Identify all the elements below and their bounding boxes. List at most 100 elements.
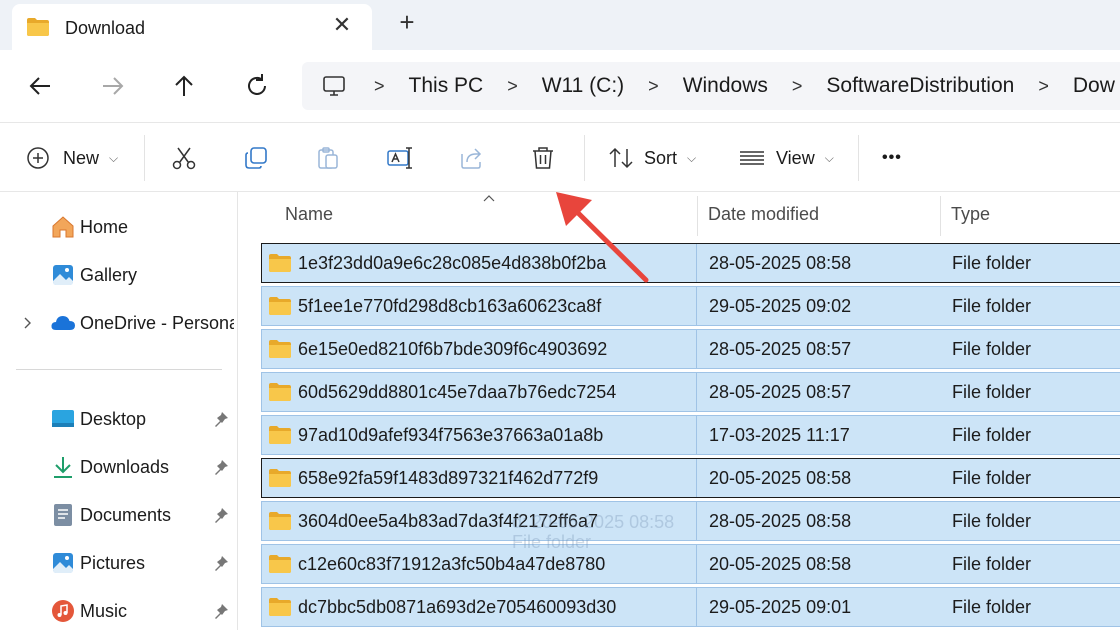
navigation-bar: > This PC > W11 (C:) > Windows > Softwar… bbox=[0, 50, 1120, 122]
table-row[interactable]: 658e92fa59f1483d897321f462d772f9 20-05-2… bbox=[261, 458, 1120, 498]
pin-icon[interactable] bbox=[212, 506, 230, 524]
sidebar-item-desktop[interactable]: Desktop bbox=[0, 399, 236, 439]
breadcrumb-separator[interactable]: > bbox=[507, 76, 518, 97]
cut-button[interactable] bbox=[171, 123, 197, 193]
file-type: File folder bbox=[952, 296, 1032, 316]
file-name: 6e15e0ed8210f6b7bde309f6c4903692 bbox=[298, 339, 608, 359]
file-date: 28-05-2025 08:58 bbox=[709, 511, 852, 531]
table-row[interactable]: 60d5629dd8801c45e7daa7b76edc7254 28-05-2… bbox=[261, 372, 1120, 412]
file-name: 5f1ee1e770fd298d8cb163a60623ca8f bbox=[298, 296, 602, 316]
breadcrumb-separator[interactable]: > bbox=[1038, 76, 1049, 97]
address-bar[interactable]: > This PC > W11 (C:) > Windows > Softwar… bbox=[302, 62, 1120, 110]
file-date: 17-03-2025 11:17 bbox=[709, 425, 850, 445]
file-type: File folder bbox=[952, 554, 1032, 574]
folder-icon bbox=[269, 383, 291, 401]
computer-icon[interactable] bbox=[322, 74, 346, 98]
sidebar-item-label: Gallery bbox=[80, 264, 138, 285]
file-name: dc7bbc5db0871a693d2e705460093d30 bbox=[298, 597, 617, 617]
sidebar-item-home[interactable]: Home bbox=[0, 207, 236, 247]
breadcrumb-this-pc[interactable]: This PC bbox=[409, 74, 484, 98]
column-header-name[interactable]: Name bbox=[285, 192, 333, 236]
onedrive-icon bbox=[51, 316, 75, 330]
breadcrumb-windows[interactable]: Windows bbox=[683, 74, 768, 98]
column-header-date-modified[interactable]: Date modified bbox=[708, 192, 819, 236]
breadcrumb-drive[interactable]: W11 (C:) bbox=[542, 74, 624, 98]
file-date: 28-05-2025 08:57 bbox=[709, 339, 852, 359]
row-divider bbox=[696, 330, 697, 368]
column-header-type[interactable]: Type bbox=[951, 192, 990, 236]
sidebar-item-onedrive[interactable]: OneDrive - Persona bbox=[0, 303, 236, 343]
table-row[interactable]: 5f1ee1e770fd298d8cb163a60623ca8f 29-05-2… bbox=[261, 286, 1120, 326]
more-options-button[interactable]: ••• bbox=[882, 123, 902, 193]
sidebar-item-pictures[interactable]: Pictures bbox=[0, 543, 236, 583]
rename-button[interactable] bbox=[386, 123, 414, 193]
column-divider[interactable] bbox=[697, 196, 698, 236]
file-name: 658e92fa59f1483d897321f462d772f9 bbox=[298, 468, 599, 488]
file-type: File folder bbox=[952, 511, 1032, 531]
paste-button[interactable] bbox=[315, 123, 341, 193]
refresh-button[interactable] bbox=[241, 70, 273, 102]
tooltip-ghost-line: File folder bbox=[512, 532, 592, 552]
tab-download[interactable]: Download ✕ bbox=[12, 4, 372, 50]
pin-icon[interactable] bbox=[212, 554, 230, 572]
up-button[interactable] bbox=[168, 70, 200, 102]
table-row[interactable]: 97ad10d9afef934f7563e37663a01a8b 17-03-2… bbox=[261, 415, 1120, 455]
file-date: 29-05-2025 09:02 bbox=[709, 296, 852, 316]
home-icon bbox=[52, 216, 74, 238]
sidebar-item-label: Music bbox=[80, 600, 128, 621]
music-icon bbox=[52, 600, 74, 622]
breadcrumb-softwaredistribution[interactable]: SoftwareDistribution bbox=[826, 74, 1014, 98]
pin-icon[interactable] bbox=[212, 410, 230, 428]
breadcrumb-separator[interactable]: > bbox=[648, 76, 659, 97]
breadcrumb-separator[interactable]: > bbox=[792, 76, 803, 97]
sort-label: Sort bbox=[644, 147, 678, 168]
table-row[interactable]: 6e15e0ed8210f6b7bde309f6c4903692 28-05-2… bbox=[261, 329, 1120, 369]
sidebar-item-documents[interactable]: Documents bbox=[0, 495, 236, 535]
column-divider[interactable] bbox=[940, 196, 941, 236]
table-row[interactable]: 3604d0ee5a4b83ad7da3f4f2172ff6a7 28-05-2… bbox=[261, 501, 1120, 541]
tooltip-ghost: d: 20-05-2025 08:58 File folder bbox=[512, 512, 674, 552]
file-date: 28-05-2025 08:58 bbox=[709, 253, 852, 273]
new-label: New bbox=[63, 147, 100, 168]
pin-icon[interactable] bbox=[212, 602, 230, 620]
row-divider bbox=[696, 545, 697, 583]
sidebar-item-music[interactable]: Music bbox=[0, 591, 236, 630]
pin-icon[interactable] bbox=[212, 458, 230, 476]
view-button[interactable]: View ⌵ bbox=[738, 123, 834, 193]
sort-ascending-icon bbox=[483, 195, 495, 202]
sidebar-item-downloads[interactable]: Downloads bbox=[0, 447, 236, 487]
refresh-icon bbox=[248, 74, 266, 95]
sort-button[interactable]: Sort ⌵ bbox=[608, 123, 696, 193]
share-button[interactable] bbox=[459, 123, 485, 193]
file-date: 20-05-2025 08:58 bbox=[709, 554, 852, 574]
chevron-down-icon: ⌵ bbox=[687, 150, 697, 165]
folder-icon bbox=[269, 254, 291, 272]
command-bar: New ⌵ Sort ⌵ View ⌵ ••• bbox=[0, 122, 1120, 192]
chevron-right-icon[interactable] bbox=[20, 316, 34, 330]
copy-button[interactable] bbox=[243, 123, 269, 193]
forward-button[interactable] bbox=[97, 70, 129, 102]
back-button[interactable] bbox=[24, 70, 56, 102]
delete-icon bbox=[533, 147, 553, 169]
toolbar-divider bbox=[584, 135, 585, 181]
tab-strip: Download ✕ + bbox=[0, 0, 1120, 50]
view-icon bbox=[740, 151, 764, 165]
file-name: c12e60c83f71912a3fc50b4a47de8780 bbox=[298, 554, 606, 574]
row-divider bbox=[696, 244, 697, 282]
new-button[interactable]: New ⌵ bbox=[26, 123, 118, 193]
arrow-right-icon bbox=[103, 77, 124, 95]
close-tab-icon[interactable]: ✕ bbox=[330, 14, 354, 38]
breadcrumb-download[interactable]: Dow bbox=[1073, 74, 1115, 98]
table-row[interactable]: dc7bbc5db0871a693d2e705460093d30 29-05-2… bbox=[261, 587, 1120, 627]
breadcrumb-separator[interactable]: > bbox=[374, 76, 385, 97]
file-name: 97ad10d9afef934f7563e37663a01a8b bbox=[298, 425, 604, 445]
file-name: 60d5629dd8801c45e7daa7b76edc7254 bbox=[298, 382, 617, 402]
arrow-up-icon bbox=[175, 75, 193, 96]
table-row[interactable]: c12e60c83f71912a3fc50b4a47de8780 20-05-2… bbox=[261, 544, 1120, 584]
table-row[interactable]: 1e3f23dd0a9e6c28c085e4d838b0f2ba 28-05-2… bbox=[261, 243, 1120, 283]
new-tab-button[interactable]: + bbox=[394, 9, 420, 36]
sidebar-item-gallery[interactable]: Gallery bbox=[0, 255, 236, 295]
delete-button[interactable] bbox=[530, 123, 556, 193]
folder-icon bbox=[269, 340, 291, 358]
sidebar-item-label: Pictures bbox=[80, 552, 146, 573]
